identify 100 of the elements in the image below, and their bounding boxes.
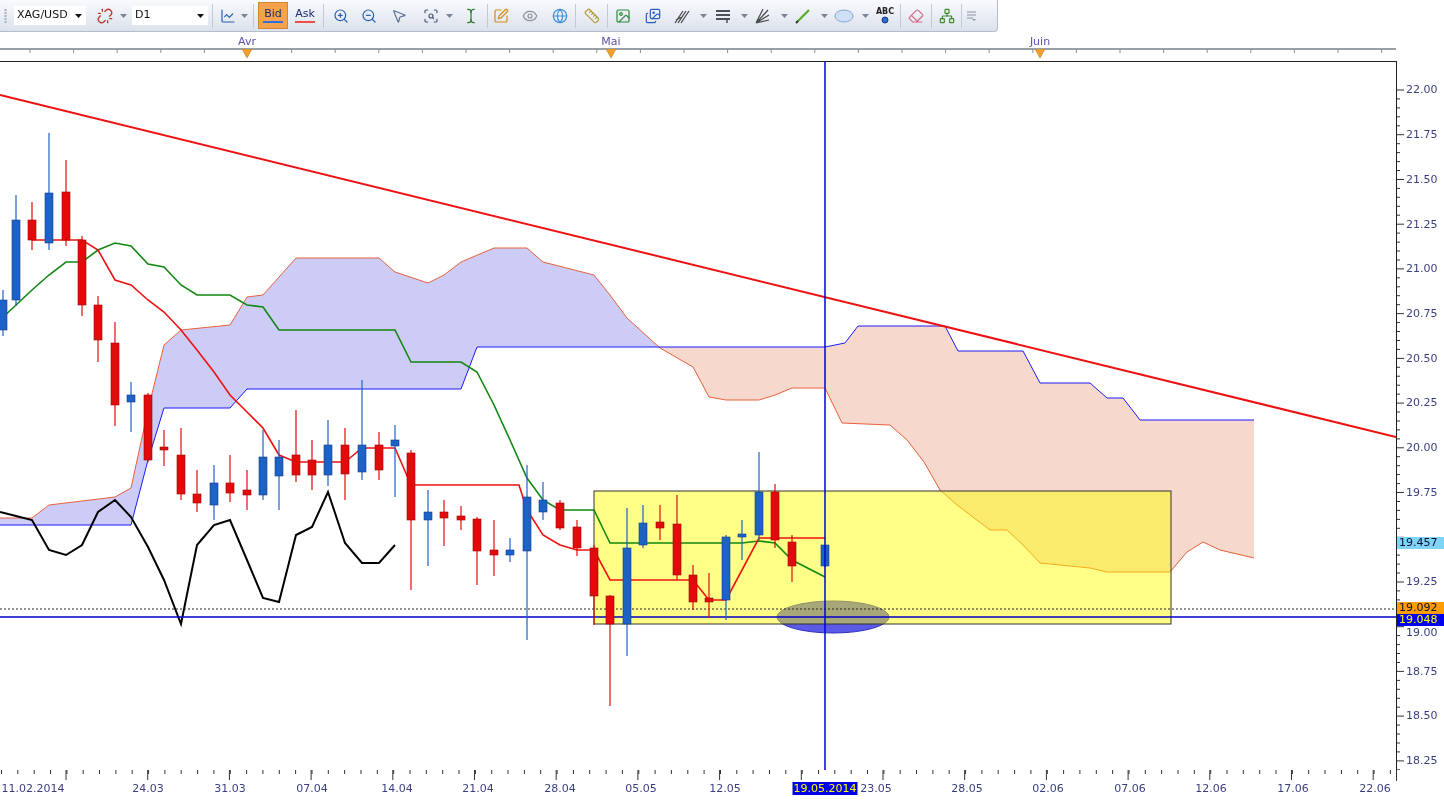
zoom-in-icon (333, 7, 349, 24)
bullish-candle (0, 289, 8, 337)
price-axis-label: 19.25 (1406, 575, 1438, 588)
bearish-candle (555, 499, 565, 531)
bearish-candle (472, 516, 482, 586)
price-axis-label: 18.75 (1406, 665, 1438, 678)
price-axis-label: 21.75 (1406, 128, 1438, 141)
date-axis-label: 12.05 (709, 782, 741, 795)
zoom-out-icon (361, 7, 377, 24)
bearish-candle (143, 392, 153, 463)
bullish-candle (820, 544, 830, 568)
caret-icon (197, 13, 204, 18)
eraser-icon (908, 7, 924, 24)
caret-icon (820, 13, 828, 18)
date-axis-label: 05.05 (625, 782, 657, 795)
bearish-candle (572, 519, 582, 557)
price-axis-label: 20.75 (1406, 307, 1438, 320)
bullish-candle (258, 429, 268, 501)
date-axis-label: 24.03 (132, 782, 164, 795)
bearish-candle (770, 483, 780, 549)
fan-lines-icon (754, 7, 770, 24)
price-level-label: 19.457 (1397, 537, 1444, 549)
date-axis-label: 07.06 (1114, 782, 1146, 795)
caret-icon (699, 13, 707, 18)
month-marker-icon (606, 49, 616, 58)
horizontal-lines-icon (715, 8, 731, 23)
bearish-candle (93, 295, 103, 363)
date-axis-label: 19.05.2014 (792, 782, 858, 795)
text-tool-button[interactable]: ABC (874, 5, 896, 26)
bearish-candle (704, 572, 714, 619)
unlink-icon (97, 7, 113, 24)
ruler-icon (584, 7, 600, 24)
date-axis-label: 12.06 (1195, 782, 1227, 795)
bearish-candle (439, 499, 449, 547)
caret-icon (445, 13, 453, 18)
image-icon (615, 7, 631, 24)
bullish-candle (505, 537, 515, 563)
bullish-candle (126, 381, 136, 433)
month-marker-icon (242, 49, 252, 58)
globe-icon (552, 7, 568, 24)
date-axis-label: 02.06 (1032, 782, 1064, 795)
pin-icon (881, 15, 889, 24)
date-axis-label: 23.05 (860, 782, 892, 795)
date-axis-label: 17.06 (1277, 782, 1309, 795)
month-marker-icon (1035, 49, 1045, 58)
date-axis-label: 31.03 (214, 782, 246, 795)
month-label: Avr (238, 35, 256, 48)
pencil-window-icon (493, 7, 509, 24)
date-axis-label: 14.04 (381, 782, 413, 795)
bearish-candle (159, 429, 169, 467)
ellipse-icon (834, 8, 854, 23)
caret-icon (240, 13, 248, 18)
cursor-icon (391, 7, 407, 24)
line-chart-icon (220, 7, 236, 24)
bullish-candle (538, 481, 548, 521)
bearish-candle (787, 534, 797, 583)
diagonal-line-icon (795, 7, 811, 24)
bearish-candle (655, 504, 665, 541)
overflow-icon (966, 10, 976, 21)
bearish-candle (192, 469, 202, 513)
date-axis-label: 07.04 (296, 782, 328, 795)
bullish-candle (209, 464, 219, 521)
magnifier-icon (423, 7, 439, 24)
month-label: Mai (601, 35, 621, 48)
price-axis-label: 21.00 (1406, 262, 1438, 275)
bearish-candle (225, 454, 235, 503)
hierarchy-icon (939, 7, 955, 24)
month-label: Juin (1029, 35, 1051, 48)
bearish-candle (307, 439, 317, 491)
bearish-candle (489, 519, 499, 577)
bearish-candle (374, 431, 384, 481)
date-axis-label: 28.05 (951, 782, 983, 795)
bearish-candle (456, 505, 466, 531)
price-axis-label: 20.00 (1406, 441, 1438, 454)
bid-button[interactable]: Bid (258, 2, 288, 29)
bearish-candle (27, 201, 37, 251)
price-axis-label: 18.50 (1406, 709, 1438, 722)
images-icon (645, 7, 661, 24)
caret-icon (780, 13, 788, 18)
caret-icon (75, 13, 82, 18)
price-level-label: 19.048 (1397, 614, 1444, 626)
date-axis-label: 21.04 (462, 782, 494, 795)
bullish-candle (274, 439, 284, 511)
bullish-candle (737, 519, 747, 561)
ask-button[interactable]: Ask (290, 2, 320, 29)
price-axis-label: 19.75 (1406, 486, 1438, 499)
bullish-candle (323, 419, 333, 487)
caret-icon (119, 13, 127, 18)
price-axis-label: 18.25 (1406, 754, 1438, 767)
date-axis-label: 22.06 (1359, 782, 1391, 795)
bearish-candle (688, 564, 698, 611)
price-axis-label: 22.00 (1406, 83, 1438, 96)
symbol-dropdown[interactable]: XAG/USD (14, 6, 86, 25)
price-axis-label: 21.50 (1406, 173, 1438, 186)
price-axis-label: 19.00 (1406, 626, 1438, 639)
price-axis-label: 20.50 (1406, 352, 1438, 365)
caret-icon (740, 13, 748, 18)
date-axis-label: 11.02.2014 (1, 782, 65, 795)
timeframe-dropdown[interactable]: D1 (132, 6, 208, 25)
date-axis-label: 28.04 (544, 782, 576, 795)
